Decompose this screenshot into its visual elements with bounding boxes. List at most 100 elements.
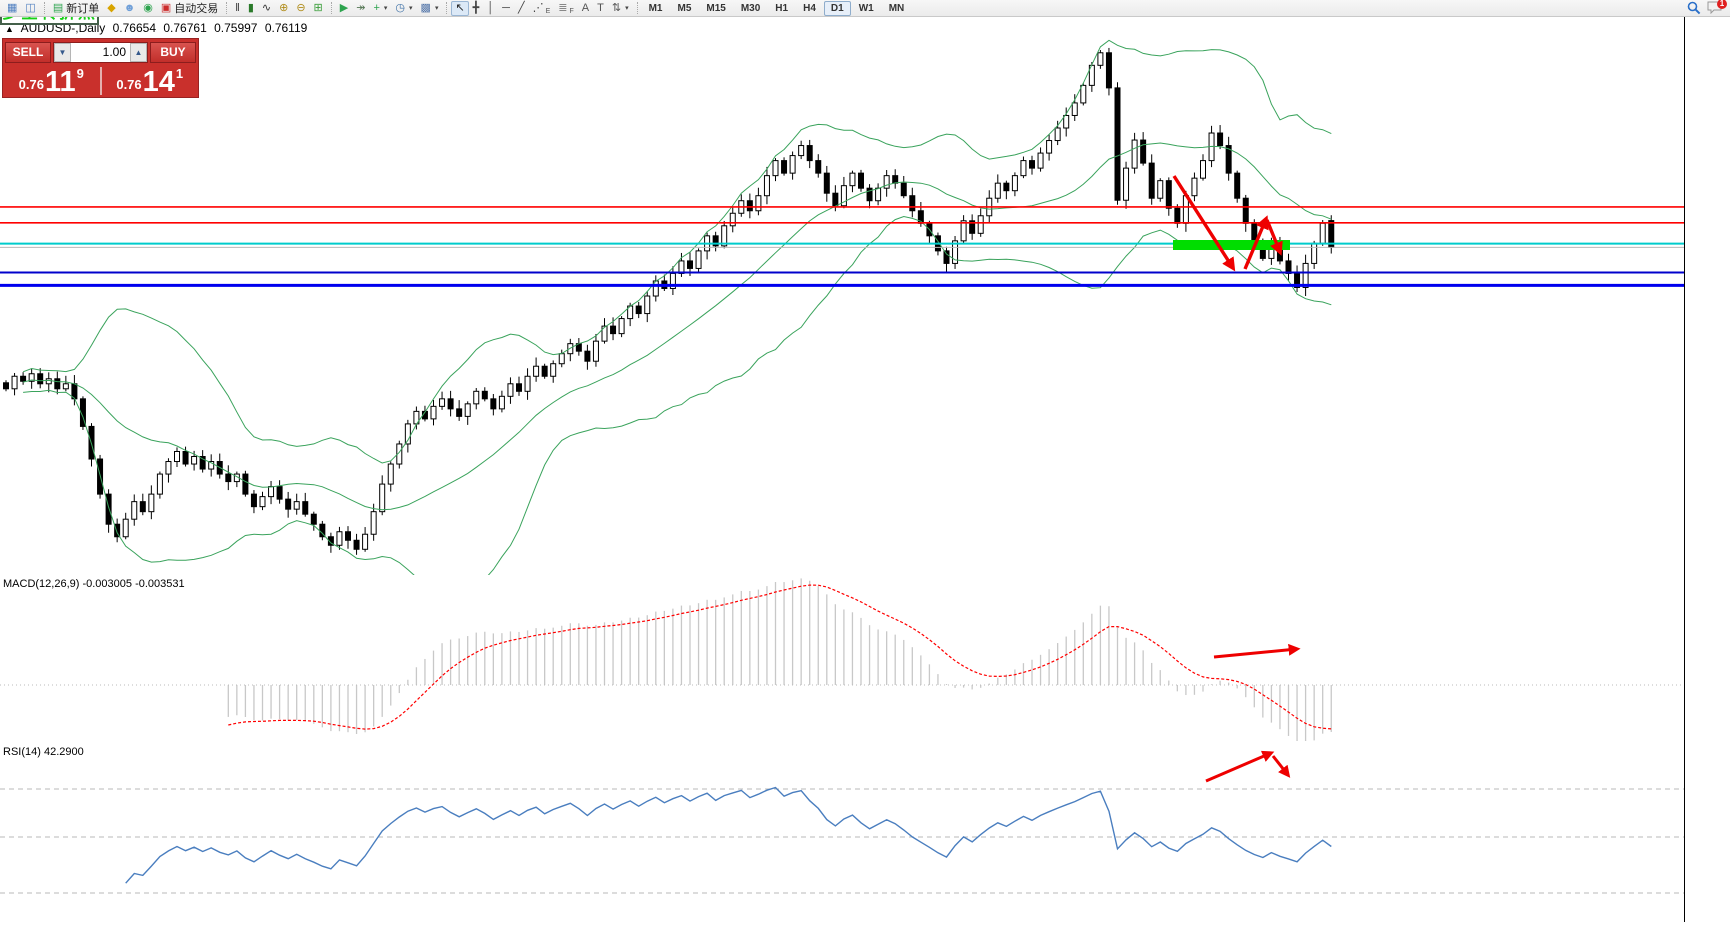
rsi-trend-arrow-1 — [1206, 753, 1271, 781]
charts-canvas[interactable] — [0, 0, 1730, 939]
volume-input[interactable]: 1.00 — [71, 43, 130, 62]
text-button[interactable]: A — [578, 1, 593, 16]
one-click-trade-panel: SELL ▼ 1.00 ▲ BUY 0.76 11 9 0.76 14 1 — [2, 38, 199, 98]
tile-windows-icon: ⊞ — [314, 3, 323, 14]
fibonacci-button: ≣ — [558, 3, 567, 14]
network-icon: ◉ — [143, 3, 153, 14]
profile-icon: ☻ — [124, 3, 136, 14]
autoscroll-icon[interactable]: ▶ — [336, 1, 352, 16]
vertical-line-button: │ — [487, 3, 494, 14]
cursor-button: ↖ — [455, 3, 464, 14]
chart-window-icon: ▦ — [7, 3, 17, 14]
text-button: A — [582, 3, 589, 14]
sell-price-point: 9 — [77, 66, 84, 81]
trendline-button[interactable]: ╱ — [514, 1, 529, 16]
timeframe-m5-button[interactable]: M5 — [670, 1, 698, 16]
vertical-line-button[interactable]: │ — [483, 1, 498, 16]
timeframe-m30-button[interactable]: M30 — [734, 1, 767, 16]
rsi-label: RSI(14) 42.2900 — [3, 746, 84, 758]
chart-shift-icon[interactable]: ↠ — [352, 1, 369, 16]
toolbar-separator — [226, 2, 227, 14]
bollinger-upper-band — [23, 40, 1331, 463]
add-indicator-button: + — [373, 3, 379, 14]
search-icon[interactable] — [1687, 1, 1701, 15]
symbol-collapse-icon[interactable]: ▲ — [5, 24, 14, 34]
timeframe-m15-button[interactable]: M15 — [699, 1, 732, 16]
fibonacci-button-sub: F — [569, 8, 573, 15]
label-button: T — [597, 3, 604, 14]
timeframe-clock-button-caret[interactable]: ▾ — [409, 4, 413, 12]
volume-decrease-button[interactable]: ▼ — [54, 43, 71, 62]
toolbar-separator — [44, 2, 45, 14]
sell-button[interactable]: SELL — [5, 42, 51, 63]
new-order-button: ▤ — [53, 3, 63, 14]
autotrading-button[interactable]: ▣自动交易 — [157, 1, 222, 16]
toolbar-separator — [331, 2, 332, 14]
buy-price-pips: 14 — [143, 69, 175, 95]
ohlc-open: 0.76654 — [113, 21, 156, 35]
sell-price[interactable]: 0.76 11 9 — [3, 65, 100, 97]
rsi-trend-arrow-2 — [1273, 756, 1288, 775]
bar-chart-icon[interactable]: ‖ — [231, 1, 244, 16]
profile-icon[interactable]: ☻ — [120, 1, 140, 16]
timeframe-d1-button[interactable]: D1 — [824, 1, 851, 16]
arrows-tool-button-caret[interactable]: ▾ — [625, 4, 629, 12]
tile-windows-icon[interactable]: ⊞ — [310, 1, 327, 16]
notifications-icon[interactable]: 1 — [1707, 1, 1723, 15]
horizontal-line-button[interactable]: ─ — [498, 1, 514, 16]
styler-icon[interactable]: ◆ — [103, 1, 119, 16]
rsi-line — [126, 788, 1332, 884]
timeframe-h4-button[interactable]: H4 — [796, 1, 823, 16]
horizontal-line-button: ─ — [502, 3, 510, 14]
toolbar-separator — [446, 2, 447, 14]
crosshair-button[interactable]: ╋ — [469, 1, 484, 16]
buy-price[interactable]: 0.76 14 1 — [102, 65, 199, 97]
chart-shift-icon: ↠ — [356, 3, 365, 14]
zoom-out-icon: ⊖ — [296, 3, 305, 14]
ohlc-low: 0.75997 — [214, 21, 257, 35]
sell-price-pips: 11 — [45, 69, 76, 95]
add-indicator-button[interactable]: +▾ — [369, 1, 391, 16]
line-chart-icon[interactable]: ∿ — [258, 1, 275, 16]
templates-button-caret[interactable]: ▾ — [435, 4, 439, 12]
equidistant-channel-button[interactable]: ⋰E — [529, 1, 555, 16]
line-chart-icon: ∿ — [262, 3, 271, 14]
timeframe-clock-button: ◷ — [395, 3, 405, 14]
styler-icon: ◆ — [107, 3, 115, 14]
data-window-icon[interactable]: ◫ — [21, 1, 39, 16]
ohlc-close: 0.76119 — [265, 21, 308, 35]
volume-increase-button[interactable]: ▲ — [130, 43, 147, 62]
arrows-tool-button[interactable]: ⇅▾ — [608, 1, 633, 16]
zoom-in-icon[interactable]: ⊕ — [275, 1, 292, 16]
timeframe-h1-button[interactable]: H1 — [768, 1, 795, 16]
trendline-button: ╱ — [518, 3, 525, 14]
new-order-button[interactable]: ▤新订单 — [49, 1, 103, 16]
label-button[interactable]: T — [593, 1, 608, 16]
main-price-chart[interactable] — [0, 40, 1684, 589]
main-toolbar: ▦◫▤新订单◆☻◉▣自动交易‖▮∿⊕⊖⊞▶↠+▾◷▾▩▾↖╋│─╱⋰E≣FAT⇅… — [0, 0, 1730, 17]
macd-trend-arrow — [1214, 649, 1297, 657]
timeframe-clock-button[interactable]: ◷▾ — [391, 1, 416, 16]
bar-chart-icon: ‖ — [235, 3, 240, 14]
candlestick-chart-icon[interactable]: ▮ — [244, 1, 258, 16]
macd-panel-plot[interactable] — [0, 578, 1684, 743]
timeframe-m1-button[interactable]: M1 — [642, 1, 670, 16]
toolbar-separator — [637, 2, 638, 14]
timeframe-w1-button[interactable]: W1 — [852, 1, 881, 16]
buy-button[interactable]: BUY — [150, 42, 196, 63]
chart-window-icon[interactable]: ▦ — [3, 1, 21, 16]
timeframe-group: M1M5M15M30H1H4D1W1MN — [642, 1, 912, 16]
zoom-in-icon: ⊕ — [279, 3, 288, 14]
arrows-tool-button: ⇅ — [612, 3, 621, 14]
templates-button[interactable]: ▩▾ — [417, 1, 443, 16]
rsi-panel-plot[interactable] — [0, 753, 1684, 893]
crosshair-button: ╋ — [473, 3, 480, 14]
add-indicator-button-caret[interactable]: ▾ — [384, 4, 388, 12]
cursor-button[interactable]: ↖ — [451, 1, 468, 16]
timeframe-mn-button[interactable]: MN — [882, 1, 912, 16]
network-icon[interactable]: ◉ — [139, 1, 157, 16]
zoom-out-icon[interactable]: ⊖ — [292, 1, 309, 16]
fibonacci-button[interactable]: ≣F — [554, 1, 578, 16]
volume-stepper: ▼ 1.00 ▲ — [53, 42, 148, 63]
data-window-icon: ◫ — [25, 3, 35, 14]
